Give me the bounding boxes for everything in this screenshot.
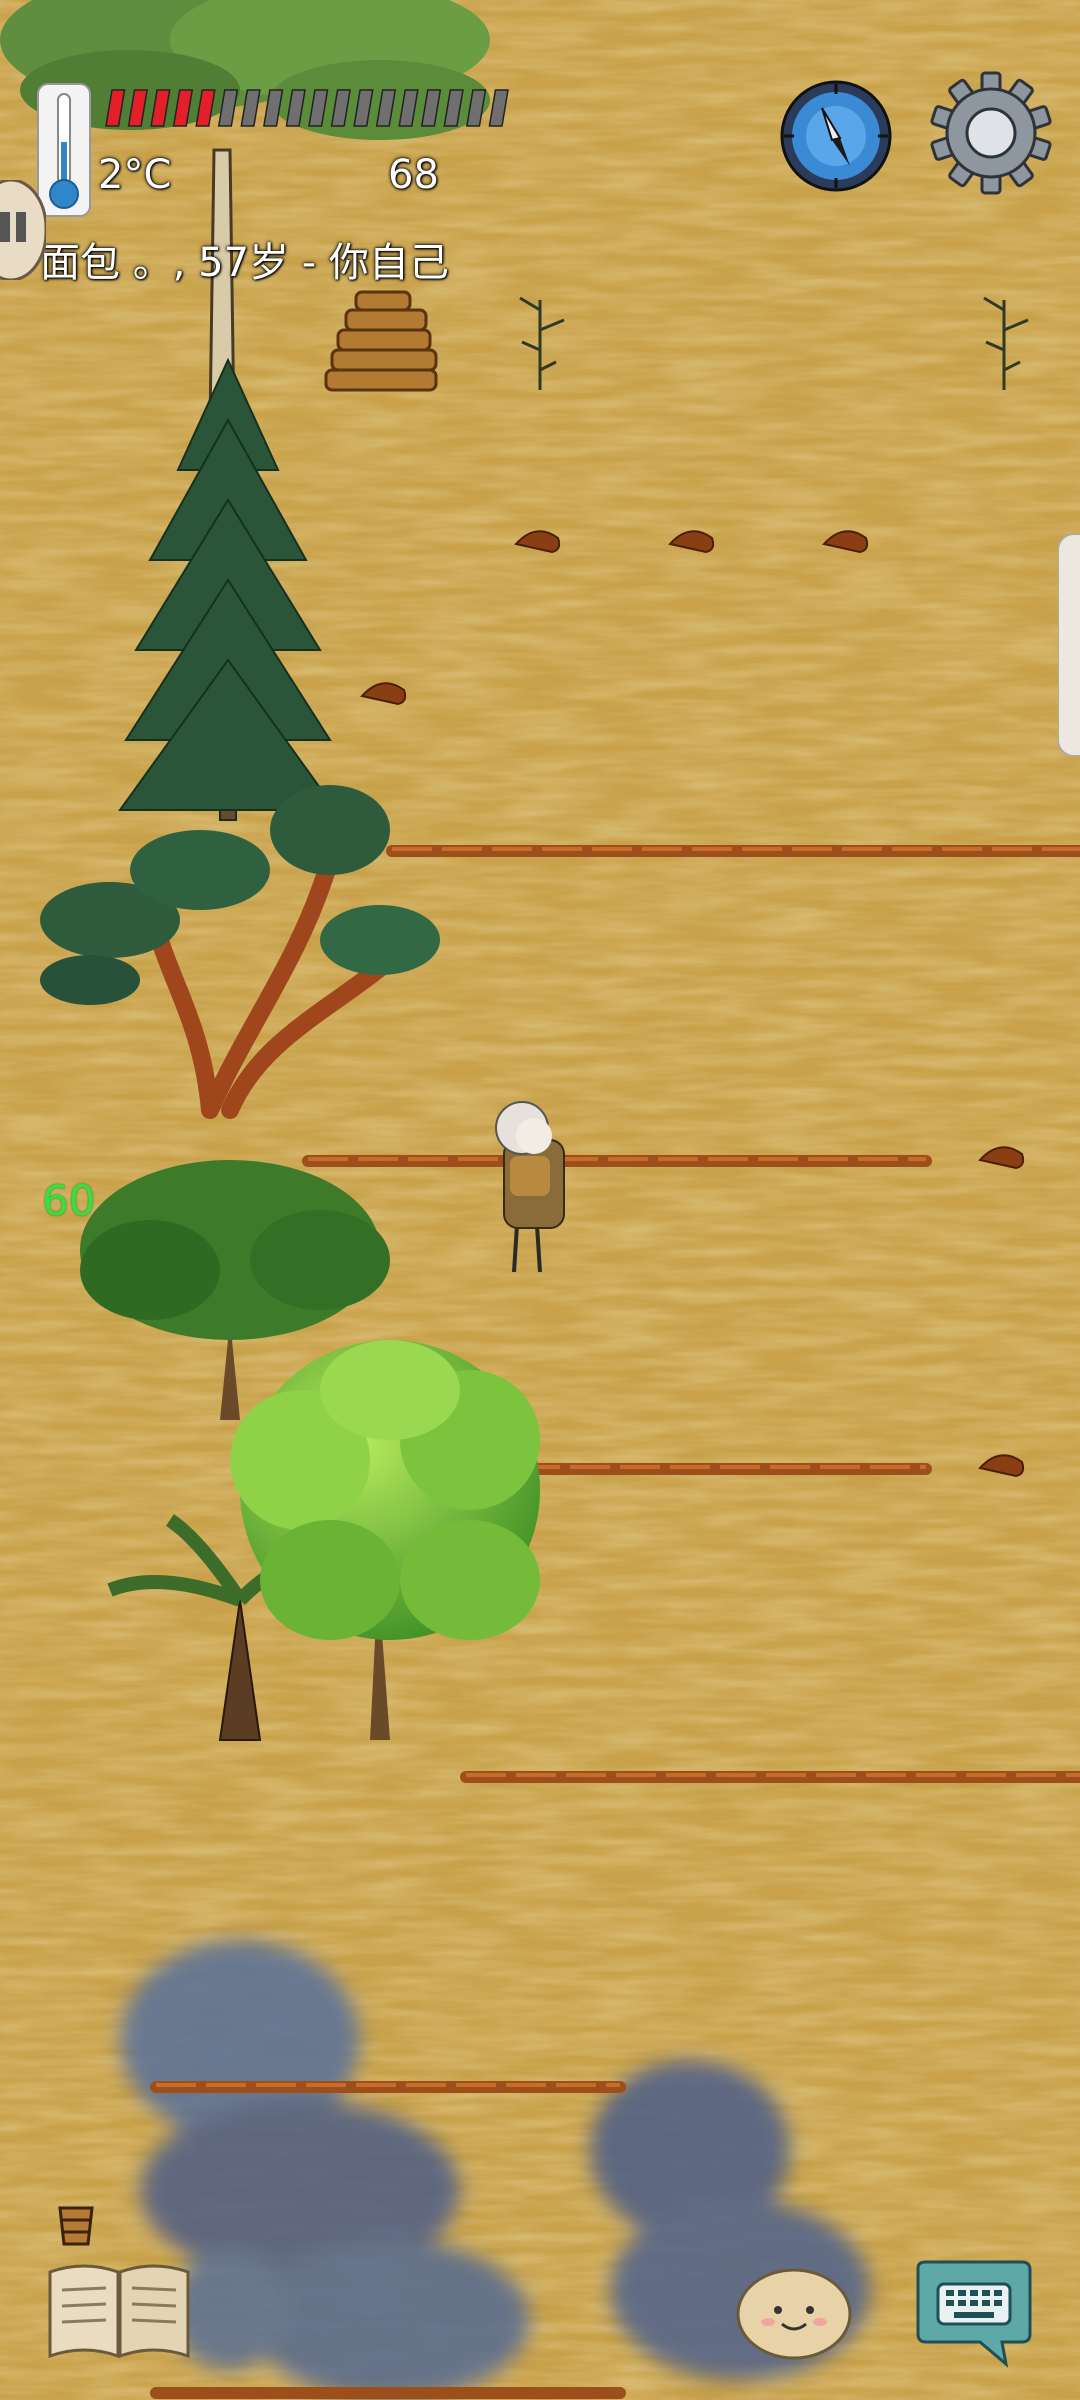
food-pip-empty: [466, 89, 487, 127]
food-pip-full: [195, 89, 216, 127]
food-pip-full: [150, 89, 171, 127]
food-pip-empty: [375, 89, 397, 127]
food-pip-empty: [443, 89, 464, 127]
food-pip-full: [105, 89, 126, 127]
food-pip-empty: [308, 89, 329, 127]
recipe-book-icon[interactable]: [44, 2258, 194, 2362]
settings-gear-icon[interactable]: [928, 70, 1054, 196]
food-meter: [105, 89, 509, 127]
floating-yum-number: 60: [42, 1176, 96, 1225]
keyboard-chat-icon[interactable]: [910, 2258, 1038, 2370]
side-drawer-tab-right[interactable]: [1058, 534, 1080, 756]
food-pip-empty: [420, 89, 442, 127]
side-drawer-tab-left[interactable]: [0, 180, 46, 280]
emote-face-icon[interactable]: [734, 2262, 854, 2362]
food-pip-empty: [398, 89, 419, 127]
food-pip-empty: [285, 89, 306, 127]
food-value: 68: [388, 152, 439, 198]
food-pip-empty: [263, 89, 284, 127]
food-pip-empty: [488, 89, 509, 127]
temperature-readout: 2°C: [98, 152, 172, 198]
food-pip-empty: [240, 89, 261, 127]
game-world[interactable]: [0, 0, 1080, 2400]
food-pip-empty: [217, 89, 239, 127]
food-pip-empty: [330, 89, 351, 127]
compass-icon[interactable]: [778, 78, 894, 194]
bucket-icon[interactable]: [54, 2198, 98, 2248]
food-pip-full: [172, 89, 194, 127]
food-pip-empty: [353, 89, 374, 127]
player-name-age: 面包 。, 57岁 - 你自己: [40, 240, 449, 286]
food-pip-full: [127, 89, 148, 127]
